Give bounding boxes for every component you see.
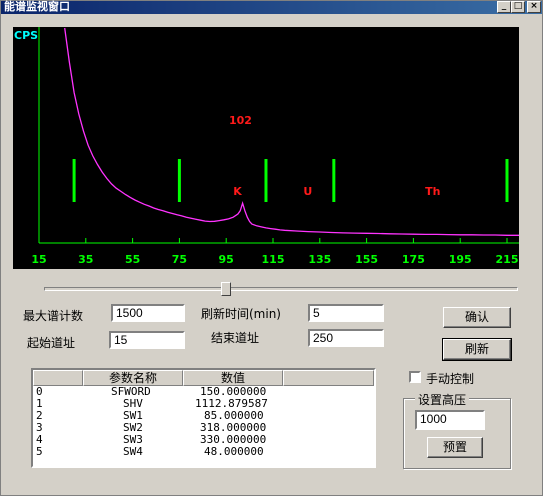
start-channel-label: 起始道址	[27, 336, 76, 350]
spectrum-monitor-window: 能谱监视窗口 _ □ × CPS 15 35 55 75 95 115 135 155 175 19…	[0, 0, 543, 496]
x-tick-label: 15	[31, 253, 46, 266]
x-tick-label: 195	[449, 253, 472, 266]
maximize-button[interactable]: □	[511, 1, 525, 13]
x-tick-label: 55	[125, 253, 140, 266]
spectrum-line	[64, 27, 519, 236]
refresh-time-label: 刷新时间(min)	[201, 307, 281, 321]
x-tick-label: 95	[219, 253, 234, 266]
set-hv-field[interactable]: 1000	[415, 410, 485, 430]
refresh-button[interactable]: 刷新	[442, 338, 512, 361]
scroll-slider-thumb[interactable]	[220, 282, 231, 296]
scroll-slider-track[interactable]	[44, 287, 518, 291]
column-header-extra[interactable]	[283, 370, 374, 386]
element-label: K	[233, 185, 242, 198]
close-button[interactable]: ×	[527, 1, 541, 13]
x-tick-label: 35	[78, 253, 93, 266]
element-label: U	[303, 185, 312, 198]
max-count-label: 最大谱计数	[23, 309, 84, 323]
y-axis-label: CPS	[14, 29, 38, 42]
refresh-time-field[interactable]: 5	[308, 304, 384, 322]
start-channel-field[interactable]: 15	[109, 331, 185, 349]
preset-button[interactable]: 预置	[427, 437, 483, 458]
x-tick-label: 115	[262, 253, 285, 266]
x-tick-label: 175	[402, 253, 425, 266]
set-hv-group-label: 设置高压	[415, 391, 470, 408]
column-header-name[interactable]: 参数名称	[83, 370, 183, 386]
manual-control-checkbox[interactable]	[409, 371, 421, 383]
set-hv-group	[403, 398, 511, 469]
element-label: Th	[425, 185, 440, 198]
x-tick-label: 155	[355, 253, 378, 266]
end-channel-field[interactable]: 250	[308, 329, 384, 347]
x-tick-label: 75	[172, 253, 187, 266]
peak-channel-label: 102	[229, 114, 252, 127]
manual-control-label: 手动控制	[426, 372, 475, 386]
parameter-table[interactable]: 参数名称 数值 0 SFWORD 150.000000 1 SHV 1112.8…	[31, 368, 376, 468]
column-header-index[interactable]	[33, 370, 83, 386]
title-bar[interactable]: 能谱监视窗口 _ □ ×	[1, 1, 542, 14]
x-tick-label: 215	[496, 253, 519, 266]
window-title: 能谱监视窗口	[4, 0, 70, 13]
confirm-button[interactable]: 确认	[443, 307, 511, 328]
column-header-value[interactable]: 数值	[183, 370, 283, 386]
minimize-button[interactable]: _	[497, 1, 511, 13]
end-channel-label: 结束道址	[211, 331, 260, 345]
max-count-field[interactable]: 1500	[111, 304, 185, 322]
row-param-value: 48.000000	[204, 445, 264, 458]
spectrum-plot: CPS1535557595115135155175195215235102KUT…	[13, 27, 519, 269]
x-tick-label: 135	[308, 253, 331, 266]
row-param-name: SW4	[123, 445, 143, 458]
table-header: 参数名称 数值	[33, 370, 374, 386]
row-index: 5	[36, 445, 43, 458]
spectrum-chart-svg: CPS1535557595115135155175195215235102KUT…	[14, 27, 519, 266]
table-row[interactable]: 5 SW4 48.000000	[33, 446, 374, 458]
